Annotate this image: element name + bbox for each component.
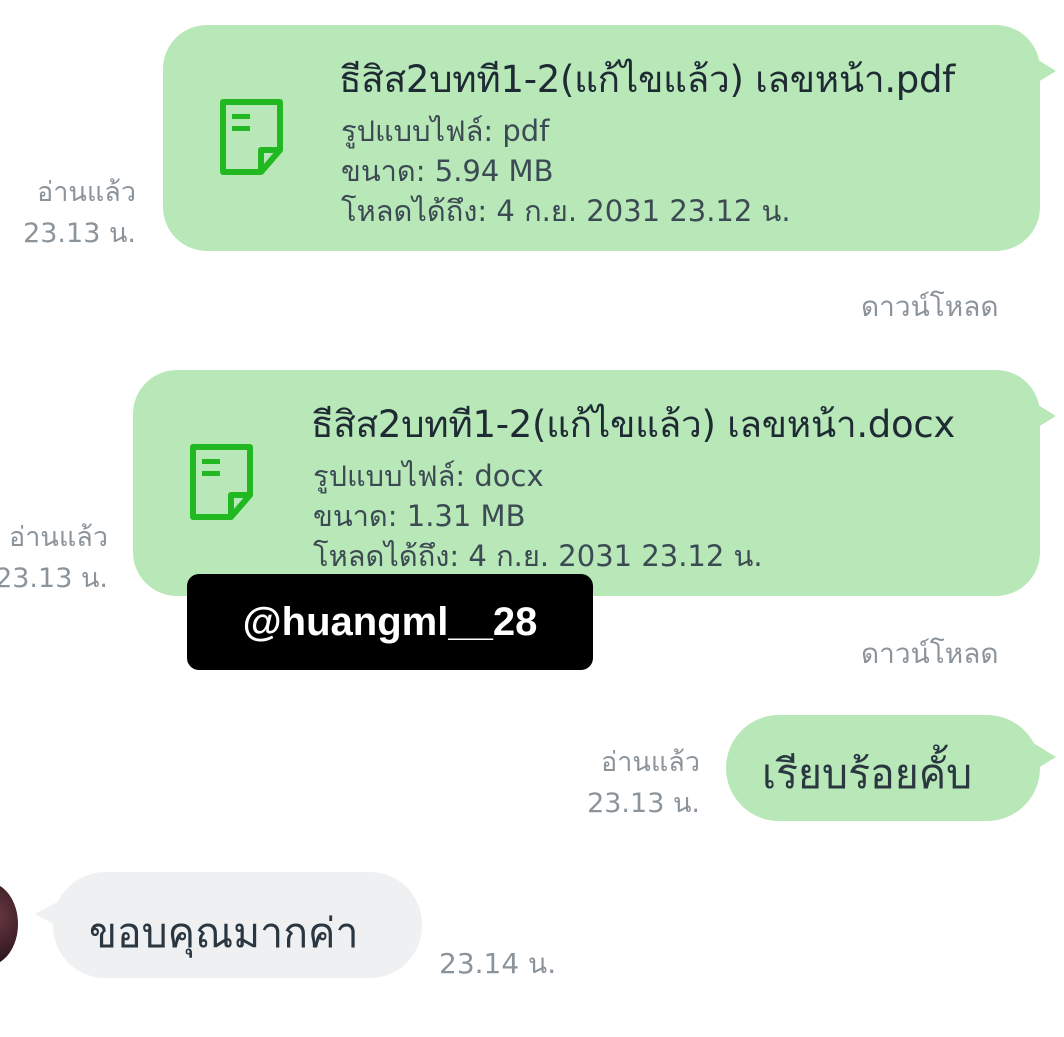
bubble-tail xyxy=(1030,400,1056,432)
read-status: อ่านแล้ว xyxy=(601,747,700,778)
file-format: รูปแบบไฟล์: docx xyxy=(313,459,544,493)
document-icon xyxy=(220,99,283,175)
message-time: 23.13 น. xyxy=(587,788,700,819)
avatar[interactable] xyxy=(0,882,18,966)
message-2-status: อ่านแล้ว 23.13 น. xyxy=(0,517,108,599)
file-bubble-pdf[interactable]: ธีสิส2บทที1-2(แก้ไขแล้ว) เลขหน้า.pdf รูป… xyxy=(163,25,1056,251)
message-time: 23.13 น. xyxy=(23,218,136,249)
read-status: อ่านแล้ว xyxy=(37,177,136,208)
document-icon xyxy=(190,444,253,520)
download-link-docx[interactable]: ดาวน์โหลด xyxy=(861,632,999,676)
read-status: อ่านแล้ว xyxy=(9,522,108,553)
bubble-tail xyxy=(35,900,61,928)
download-link-pdf[interactable]: ดาวน์โหลด xyxy=(861,285,999,329)
chat-area: อ่านแล้ว 23.13 น. ธีสิส2บทที1-2(แก้ไขแล้… xyxy=(0,0,1064,1037)
text-bubble-incoming[interactable]: ขอบคุณมากค่า xyxy=(35,872,422,978)
message-3-status: อ่านแล้ว 23.13 น. xyxy=(570,742,700,824)
message-text: ขอบคุณมากค่า xyxy=(89,909,359,957)
watermark-label: @huangml__28 xyxy=(187,574,593,670)
message-1-status: อ่านแล้ว 23.13 น. xyxy=(14,172,136,254)
file-name: ธีสิส2บทที1-2(แก้ไขแล้ว) เลขหน้า.pdf xyxy=(339,58,955,101)
file-meta: รูปแบบไฟล์: pdf ขนาด: 5.94 MB โหลดได้ถึง… xyxy=(341,111,791,231)
file-size: ขนาด: 5.94 MB xyxy=(341,154,554,188)
file-bubble-docx[interactable]: ธีสิส2บทที1-2(แก้ไขแล้ว) เลขหน้า.docx รู… xyxy=(133,370,1056,596)
bubble-tail xyxy=(1030,741,1056,773)
file-name: ธีสิส2บทที1-2(แก้ไขแล้ว) เลขหน้า.docx xyxy=(311,403,955,446)
message-time: 23.13 น. xyxy=(0,563,108,594)
file-expiry: โหลดได้ถึง: 4 ก.ย. 2031 23.12 น. xyxy=(341,194,791,228)
message-time: 23.14 น. xyxy=(439,947,557,980)
bubble-tail xyxy=(1030,55,1056,87)
file-format: รูปแบบไฟล์: pdf xyxy=(341,114,550,148)
file-expiry: โหลดได้ถึง: 4 ก.ย. 2031 23.12 น. xyxy=(313,539,763,573)
message-text: เรียบร้อยคั้บ xyxy=(762,750,973,798)
file-meta: รูปแบบไฟล์: docx ขนาด: 1.31 MB โหลดได้ถึ… xyxy=(313,456,763,576)
text-bubble-outgoing[interactable]: เรียบร้อยคั้บ xyxy=(726,715,1056,821)
file-size: ขนาด: 1.31 MB xyxy=(313,499,526,533)
